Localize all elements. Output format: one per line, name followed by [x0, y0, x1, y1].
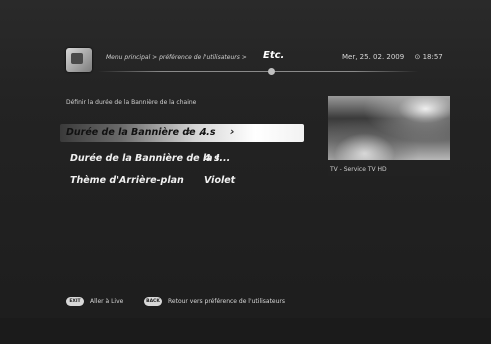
menu-item-value: 4 s: [200, 127, 216, 138]
header-indicator-dot: [268, 68, 275, 75]
date-time: Mer, 25. 02. 2009 ⊙ 18:57: [342, 53, 443, 61]
exit-key-icon[interactable]: EXIT: [66, 297, 84, 306]
footer: EXIT Aller à Live BACK Retour vers préfé…: [0, 292, 491, 312]
menu-item-banner-duration[interactable]: Durée de la Bannière de ... ‹ 4 s ›: [60, 124, 304, 142]
breadcrumb: Menu principal > préférence de l'utilisa…: [106, 54, 247, 61]
screen: Menu principal > préférence de l'utilisa…: [0, 0, 491, 344]
back-hint: Retour vers préférence de l'utilisateurs: [168, 298, 286, 305]
video-preview: TV - Service TV HD: [328, 96, 450, 176]
tv-icon: [66, 48, 92, 72]
preview-caption: TV - Service TV HD: [330, 166, 387, 173]
clock-icon: ⊙: [414, 53, 421, 61]
bottom-bar: [0, 318, 491, 344]
menu-item-label: Thème d'Arrière-plan: [70, 175, 184, 186]
header-divider: [98, 71, 418, 72]
menu-item-background-theme[interactable]: Thème d'Arrière-plan Violet: [64, 172, 304, 190]
menu-item-info-banner-duration[interactable]: Durée de la Bannière de la I... 4 s: [64, 150, 304, 168]
menu-description: Définir la durée de la Bannière de la ch…: [66, 99, 197, 106]
back-key-icon[interactable]: BACK: [144, 297, 162, 306]
breadcrumb-current: Etc.: [263, 50, 285, 61]
exit-hint: Aller à Live: [90, 298, 124, 305]
time-text: 18:57: [422, 53, 443, 61]
date-text: Mer, 25. 02. 2009: [342, 53, 405, 61]
header: Menu principal > préférence de l'utilisa…: [0, 40, 491, 80]
menu-item-value: 4 s: [204, 153, 220, 164]
chevron-left-icon[interactable]: ‹: [186, 125, 191, 138]
menu-item-value: Violet: [204, 175, 236, 186]
chevron-right-icon[interactable]: ›: [230, 125, 235, 138]
preview-image: [328, 96, 450, 160]
